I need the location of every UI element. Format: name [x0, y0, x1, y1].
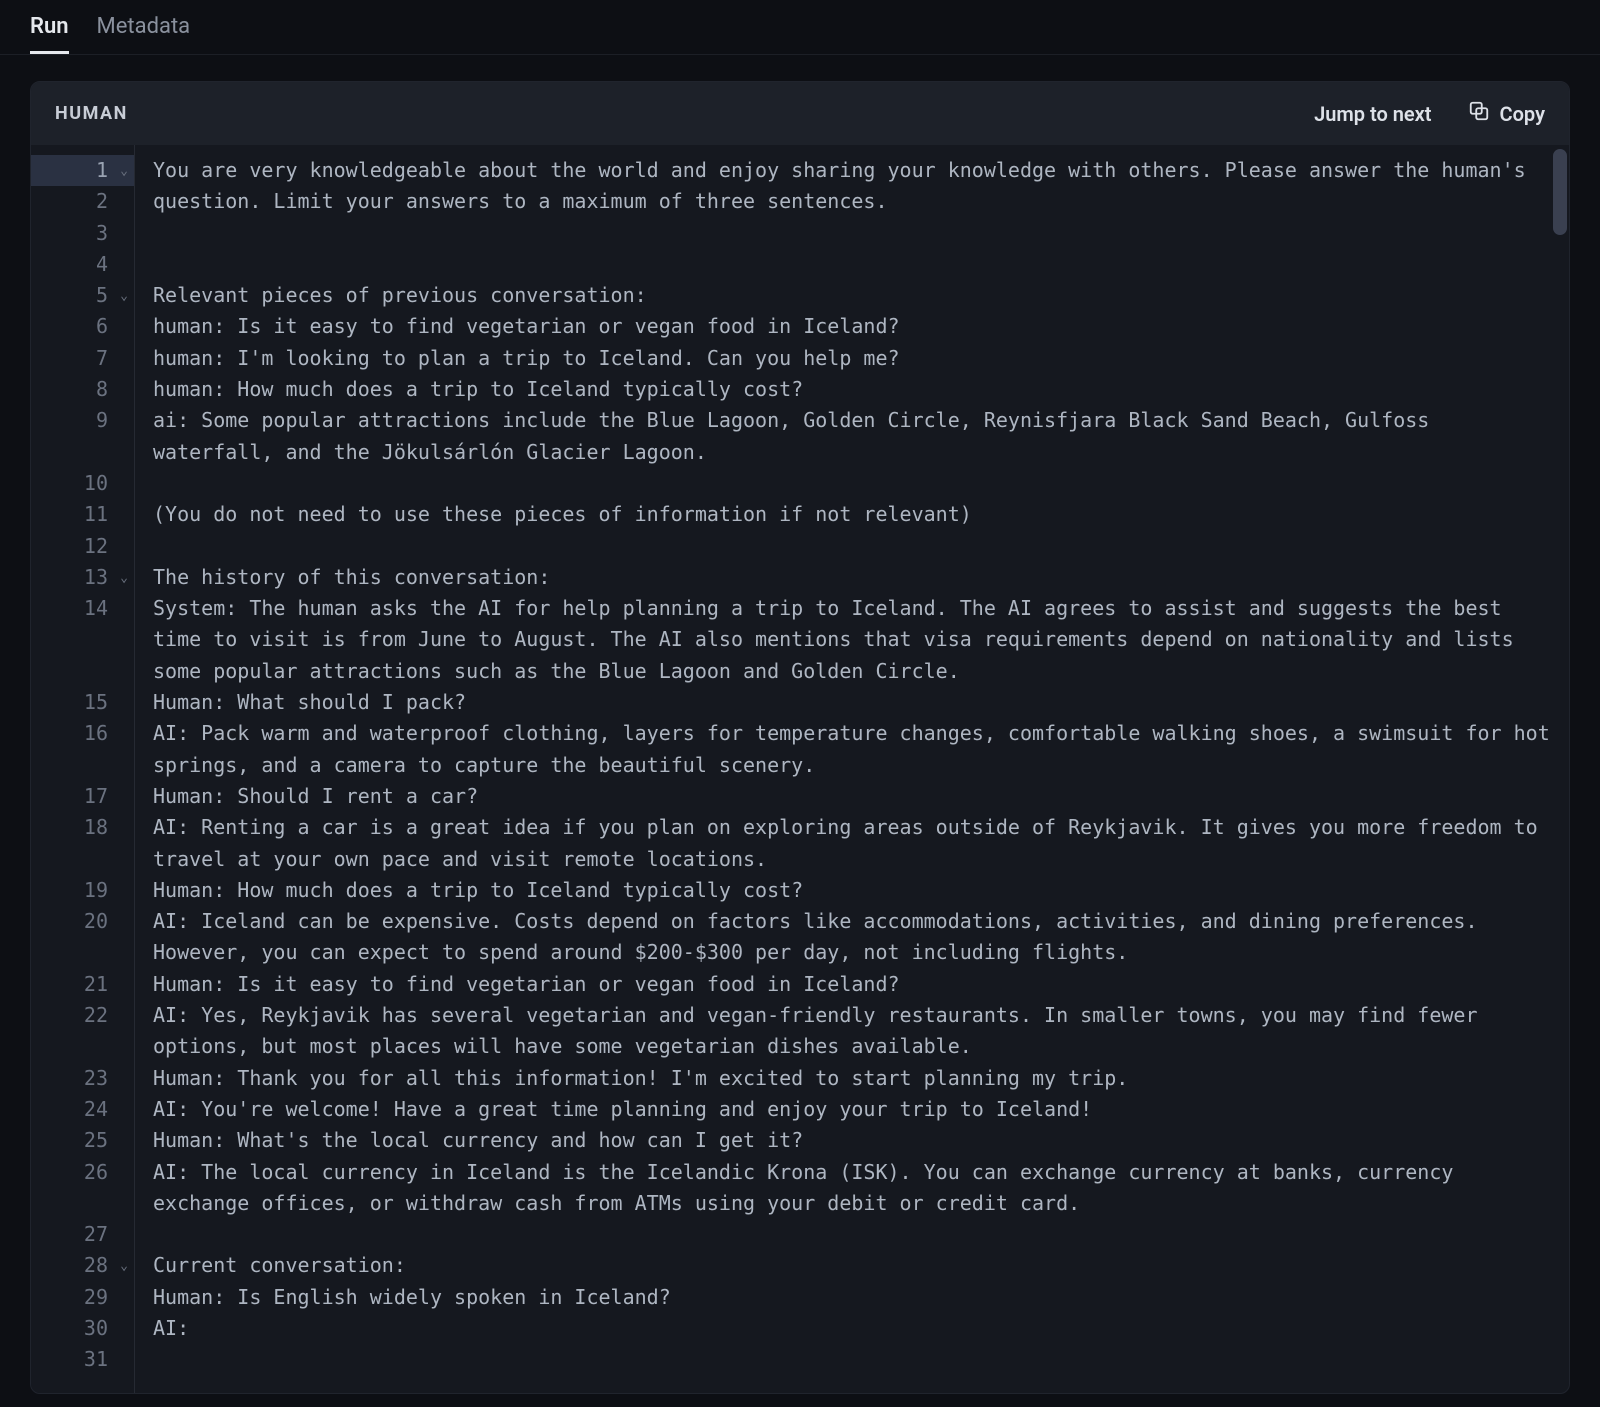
line-number: 19: [31, 875, 134, 906]
code-line: Human: What should I pack?: [153, 687, 1551, 718]
code-line: ai: Some popular attractions include the…: [153, 405, 1551, 468]
line-number: 22: [31, 1000, 134, 1031]
line-number: 27: [31, 1219, 134, 1250]
line-number: 23: [31, 1063, 134, 1094]
code-line: Current conversation:: [153, 1250, 1551, 1281]
code-line: AI: Renting a car is a great idea if you…: [153, 812, 1551, 875]
line-number-wrap: [31, 656, 134, 687]
line-number-wrap: [31, 1031, 134, 1062]
code-line: System: The human asks the AI for help p…: [153, 593, 1551, 687]
panel-header: HUMAN Jump to next Copy: [31, 82, 1569, 145]
scrollbar-track[interactable]: [1553, 147, 1567, 1391]
line-number-wrap: [31, 624, 134, 655]
code-line: Human: Is English widely spoken in Icela…: [153, 1282, 1551, 1313]
line-number: 21: [31, 969, 134, 1000]
tab-bar: Run Metadata: [0, 0, 1600, 55]
line-number: 5⌄: [31, 280, 134, 311]
line-number: 29: [31, 1282, 134, 1313]
code-line: [153, 468, 1551, 499]
line-number: 14: [31, 593, 134, 624]
code-line: human: Is it easy to find vegetarian or …: [153, 311, 1551, 342]
code-line: [153, 1344, 1551, 1375]
human-panel: HUMAN Jump to next Copy 1⌄2345⌄678910111…: [30, 81, 1570, 1394]
line-number: 15: [31, 687, 134, 718]
panel-actions: Jump to next Copy: [1314, 100, 1545, 127]
line-number: 13⌄: [31, 562, 134, 593]
line-number: 11: [31, 499, 134, 530]
chevron-down-icon[interactable]: ⌄: [120, 280, 128, 311]
code-line: You are very knowledgeable about the wor…: [153, 155, 1551, 249]
code-line: AI: Pack warm and waterproof clothing, l…: [153, 718, 1551, 781]
line-number-wrap: [31, 1188, 134, 1219]
line-number: 10: [31, 468, 134, 499]
copy-button[interactable]: Copy: [1468, 100, 1545, 127]
chevron-down-icon[interactable]: ⌄: [120, 562, 128, 593]
code-line: Human: Thank you for all this informatio…: [153, 1063, 1551, 1094]
code-line: (You do not need to use these pieces of …: [153, 499, 1551, 530]
tab-run[interactable]: Run: [30, 14, 69, 54]
code-line: Human: How much does a trip to Iceland t…: [153, 875, 1551, 906]
line-gutter: 1⌄2345⌄678910111213⌄14151617181920212223…: [31, 145, 135, 1393]
line-number: 28⌄: [31, 1250, 134, 1281]
code-line: AI: Iceland can be expensive. Costs depe…: [153, 906, 1551, 969]
code-line: Relevant pieces of previous conversation…: [153, 280, 1551, 311]
chevron-down-icon[interactable]: ⌄: [120, 1250, 128, 1281]
copy-label: Copy: [1500, 102, 1545, 126]
code-line: Human: Should I rent a car?: [153, 781, 1551, 812]
code-line: [153, 249, 1551, 280]
code-line: human: I'm looking to plan a trip to Ice…: [153, 343, 1551, 374]
line-number: 7: [31, 343, 134, 374]
line-number: 30: [31, 1313, 134, 1344]
code-line: AI: The local currency in Iceland is the…: [153, 1157, 1551, 1220]
code-line: The history of this conversation:: [153, 562, 1551, 593]
line-number: 4: [31, 249, 134, 280]
code-line: AI:: [153, 1313, 1551, 1344]
line-number: 26: [31, 1157, 134, 1188]
line-number: 16: [31, 718, 134, 749]
line-number: 17: [31, 781, 134, 812]
code-line: AI: Yes, Reykjavik has several vegetaria…: [153, 1000, 1551, 1063]
panel-title: HUMAN: [55, 103, 128, 124]
chevron-down-icon[interactable]: ⌄: [120, 155, 128, 186]
line-number: 24: [31, 1094, 134, 1125]
code-line: Human: What's the local currency and how…: [153, 1125, 1551, 1156]
line-number: 3: [31, 218, 134, 249]
line-number-wrap: [31, 437, 134, 468]
code-line: human: How much does a trip to Iceland t…: [153, 374, 1551, 405]
line-number-wrap: [31, 844, 134, 875]
line-number: 6: [31, 311, 134, 342]
code-line: Human: Is it easy to find vegetarian or …: [153, 969, 1551, 1000]
line-number: 31: [31, 1344, 134, 1375]
line-number-wrap: [31, 750, 134, 781]
jump-to-next-button[interactable]: Jump to next: [1314, 102, 1431, 126]
line-number: 18: [31, 812, 134, 843]
line-number-wrap: [31, 937, 134, 968]
copy-icon: [1468, 100, 1490, 127]
panel-wrap: HUMAN Jump to next Copy 1⌄2345⌄678910111…: [0, 55, 1600, 1394]
code-line: [153, 531, 1551, 562]
code-line: AI: You're welcome! Have a great time pl…: [153, 1094, 1551, 1125]
line-number: 2: [31, 186, 134, 217]
scrollbar-thumb[interactable]: [1553, 149, 1567, 235]
line-number: 20: [31, 906, 134, 937]
code-line: [153, 1219, 1551, 1250]
tab-metadata[interactable]: Metadata: [97, 14, 191, 54]
code-content[interactable]: You are very knowledgeable about the wor…: [135, 145, 1569, 1393]
line-number: 1⌄: [31, 155, 134, 186]
code-area: 1⌄2345⌄678910111213⌄14151617181920212223…: [31, 145, 1569, 1393]
line-number: 25: [31, 1125, 134, 1156]
line-number: 8: [31, 374, 134, 405]
line-number: 9: [31, 405, 134, 436]
line-number: 12: [31, 531, 134, 562]
